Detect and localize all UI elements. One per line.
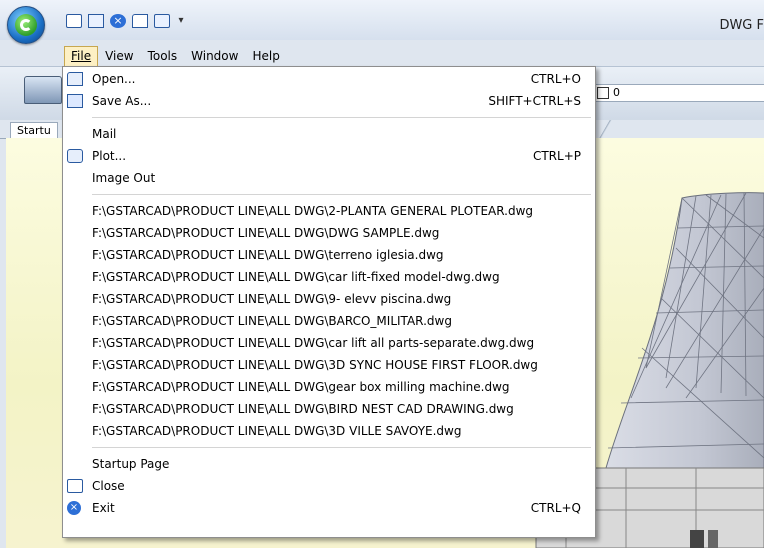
menu-separator [92, 117, 591, 118]
recent-file-path: F:\GSTARCAD\PRODUCT LINE\ALL DWG\BIRD NE… [92, 402, 514, 416]
menu-item-plot[interactable]: Plot... CTRL+P [63, 145, 595, 167]
menu-item-close[interactable]: Close [63, 475, 595, 497]
recent-file-item[interactable]: F:\GSTARCAD\PRODUCT LINE\ALL DWG\2-PLANT… [63, 200, 595, 222]
menu-item-label: Exit [92, 501, 115, 515]
menu-file-label: File [71, 49, 92, 63]
tab-divider [596, 120, 616, 138]
close-file-icon [67, 479, 83, 493]
menu-item-label: Image Out [92, 171, 156, 185]
menu-bar: File View Tools Window Help [64, 46, 287, 66]
menu-item-label: Save As... [92, 94, 152, 108]
save-as-icon [67, 94, 83, 108]
layer-color-swatch [597, 87, 609, 99]
menu-file[interactable]: File [64, 46, 99, 66]
recent-file-path: F:\GSTARCAD\PRODUCT LINE\ALL DWG\2-PLANT… [92, 204, 534, 218]
menu-view[interactable]: View [98, 46, 140, 66]
recent-file-path: F:\GSTARCAD\PRODUCT LINE\ALL DWG\gear bo… [92, 380, 510, 394]
recent-file-path: F:\GSTARCAD\PRODUCT LINE\ALL DWG\car lif… [92, 270, 500, 284]
new-file-icon[interactable] [66, 14, 82, 28]
recent-file-path: F:\GSTARCAD\PRODUCT LINE\ALL DWG\terreno… [92, 248, 444, 262]
menu-window[interactable]: Window [184, 46, 245, 66]
gstarcad-logo-icon [15, 14, 37, 36]
recent-file-path: F:\GSTARCAD\PRODUCT LINE\ALL DWG\car lif… [92, 336, 535, 350]
menu-item-shortcut: CTRL+Q [530, 501, 581, 515]
recent-files-list: F:\GSTARCAD\PRODUCT LINE\ALL DWG\2-PLANT… [63, 200, 595, 442]
recent-file-item[interactable]: F:\GSTARCAD\PRODUCT LINE\ALL DWG\3D VILL… [63, 420, 595, 442]
menu-help[interactable]: Help [245, 46, 286, 66]
recent-file-item[interactable]: F:\GSTARCAD\PRODUCT LINE\ALL DWG\BARCO_M… [63, 310, 595, 332]
recent-file-path: F:\GSTARCAD\PRODUCT LINE\ALL DWG\DWG SAM… [92, 226, 440, 240]
folder-open-icon [67, 72, 83, 86]
menu-view-label: View [105, 49, 134, 63]
close-icon[interactable]: × [110, 14, 126, 28]
recent-file-item[interactable]: F:\GSTARCAD\PRODUCT LINE\ALL DWG\terreno… [63, 244, 595, 266]
menu-separator [92, 447, 591, 448]
folder-open-icon[interactable] [132, 14, 148, 28]
folder-open-icon[interactable] [24, 76, 62, 104]
menu-item-image-out[interactable]: Image Out [63, 167, 595, 189]
menu-item-mail[interactable]: Mail [63, 123, 595, 145]
menu-item-open[interactable]: Open... CTRL+O [63, 68, 595, 90]
menu-item-shortcut: SHIFT+CTRL+S [488, 94, 581, 108]
app-menu-button[interactable] [7, 6, 45, 44]
layer-dropdown[interactable]: 0 [594, 84, 764, 102]
qat-customize-dropdown[interactable]: ▾ [176, 14, 186, 28]
recent-file-item[interactable]: F:\GSTARCAD\PRODUCT LINE\ALL DWG\gear bo… [63, 376, 595, 398]
menu-help-label: Help [252, 49, 280, 63]
menu-item-label: Close [92, 479, 125, 493]
menu-item-shortcut: CTRL+O [530, 72, 581, 86]
recent-file-item[interactable]: F:\GSTARCAD\PRODUCT LINE\ALL DWG\car lif… [63, 266, 595, 288]
menu-window-label: Window [191, 49, 239, 63]
printer-icon [67, 149, 83, 163]
menu-separator [92, 194, 591, 195]
file-menu-dropdown: Open... CTRL+O Save As... SHIFT+CTRL+S M… [62, 66, 596, 538]
menu-tools[interactable]: Tools [141, 46, 185, 66]
menu-item-exit[interactable]: × Exit CTRL+Q [63, 497, 595, 519]
recent-file-path: F:\GSTARCAD\PRODUCT LINE\ALL DWG\3D SYNC… [92, 358, 538, 372]
recent-file-item[interactable]: F:\GSTARCAD\PRODUCT LINE\ALL DWG\DWG SAM… [63, 222, 595, 244]
tab-startup[interactable]: Startu [10, 122, 58, 139]
recent-file-item[interactable]: F:\GSTARCAD\PRODUCT LINE\ALL DWG\3D SYNC… [63, 354, 595, 376]
new-window-icon[interactable] [88, 14, 104, 28]
menu-item-save-as[interactable]: Save As... SHIFT+CTRL+S [63, 90, 595, 112]
menu-item-label: Startup Page [92, 457, 170, 471]
window-title: DWG F [719, 18, 764, 33]
recent-file-path: F:\GSTARCAD\PRODUCT LINE\ALL DWG\3D VILL… [92, 424, 462, 438]
menu-item-label: Mail [92, 127, 117, 141]
menu-tools-label: Tools [147, 49, 178, 63]
menu-item-label: Open... [92, 72, 136, 86]
menu-item-shortcut: CTRL+P [532, 149, 581, 163]
recent-file-item[interactable]: F:\GSTARCAD\PRODUCT LINE\ALL DWG\car lif… [63, 332, 595, 354]
layer-value: 0 [613, 86, 620, 99]
recent-file-item[interactable]: F:\GSTARCAD\PRODUCT LINE\ALL DWG\9- elev… [63, 288, 595, 310]
recent-file-path: F:\GSTARCAD\PRODUCT LINE\ALL DWG\BARCO_M… [92, 314, 452, 328]
menu-item-startup-page[interactable]: Startup Page [63, 453, 595, 475]
exit-icon: × [67, 501, 81, 515]
printer-icon[interactable] [154, 14, 170, 28]
recent-file-item[interactable]: F:\GSTARCAD\PRODUCT LINE\ALL DWG\BIRD NE… [63, 398, 595, 420]
menu-item-label: Plot... [92, 149, 127, 163]
quick-access-toolbar: × ▾ [66, 14, 186, 28]
recent-file-path: F:\GSTARCAD\PRODUCT LINE\ALL DWG\9- elev… [92, 292, 452, 306]
